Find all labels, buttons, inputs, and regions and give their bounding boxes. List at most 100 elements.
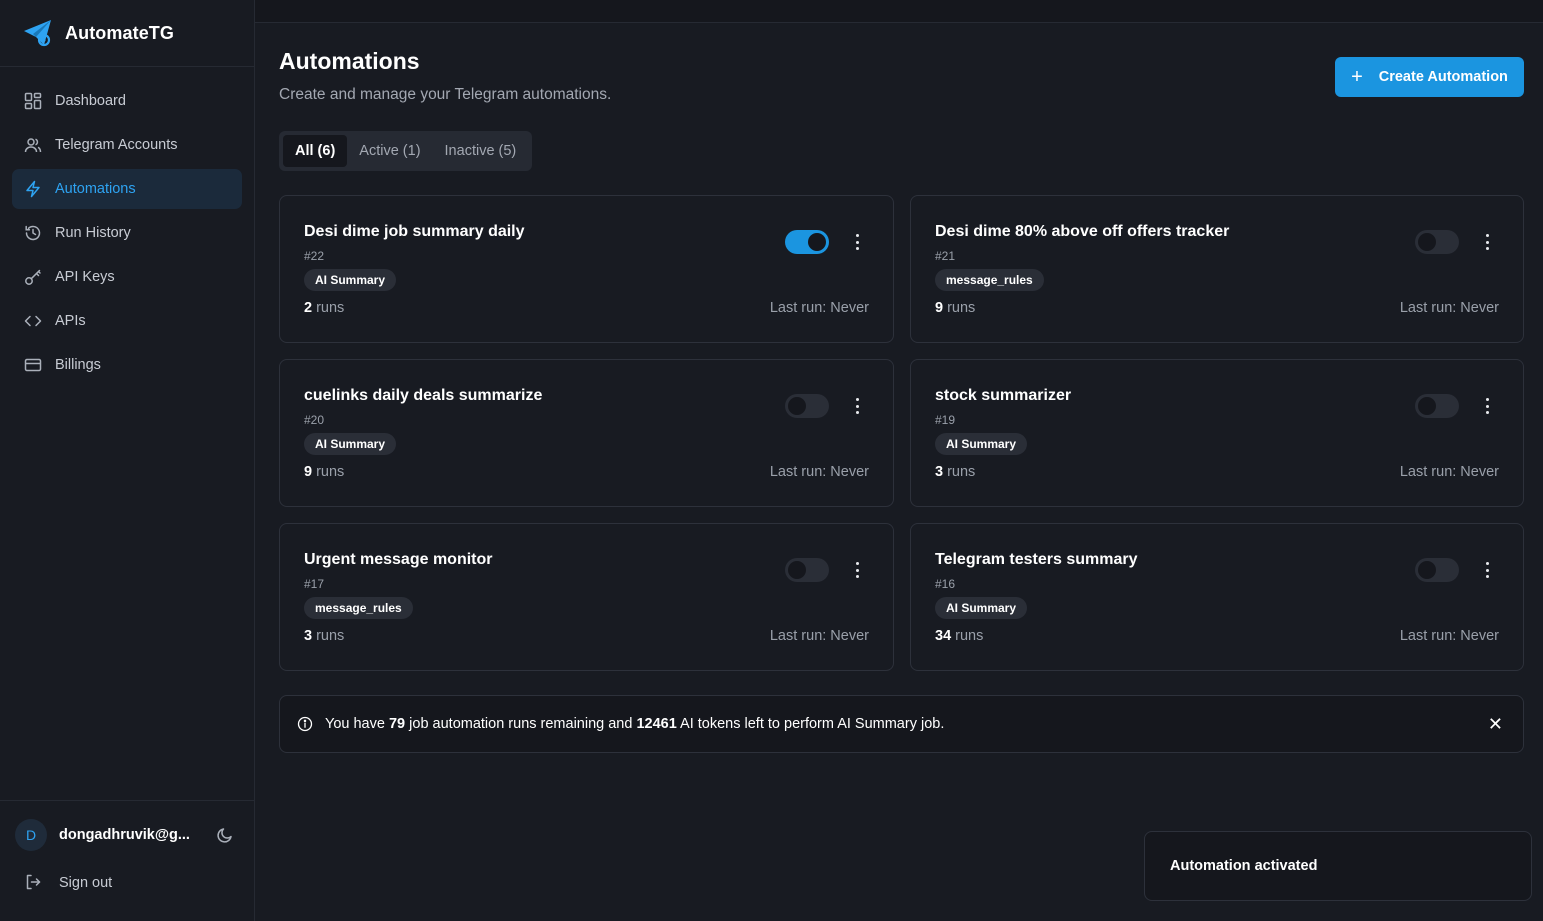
page-subtitle: Create and manage your Telegram automati… — [279, 86, 612, 103]
automation-runs: 34 runs — [935, 628, 983, 644]
automation-title: Urgent message monitor — [304, 551, 493, 568]
more-vertical-icon[interactable] — [855, 234, 859, 250]
create-automation-button[interactable]: + Create Automation — [1335, 57, 1524, 97]
automation-type-badge: AI Summary — [935, 597, 1028, 619]
automation-card[interactable]: Desi dime job summary daily #22 AI Summa… — [279, 195, 894, 343]
more-vertical-icon[interactable] — [855, 562, 859, 578]
sidebar-item-apis[interactable]: APIs — [12, 301, 242, 341]
tab-active[interactable]: Active (1) — [347, 135, 432, 167]
automation-card[interactable]: Telegram testers summary #16 AI Summary … — [910, 523, 1524, 671]
info-icon — [297, 716, 313, 732]
automation-toggle[interactable] — [1415, 394, 1459, 418]
runs-count: 9 — [304, 464, 313, 480]
automation-card[interactable]: Urgent message monitor #17 message_rules… — [279, 523, 894, 671]
automation-type-badge: message_rules — [304, 597, 413, 619]
automation-title: Desi dime 80% above off offers tracker — [935, 223, 1230, 240]
automation-type-badge: AI Summary — [304, 269, 397, 291]
tab-all[interactable]: All (6) — [283, 135, 348, 167]
automation-id: #22 — [304, 249, 325, 263]
brand[interactable]: AutomateTG — [0, 0, 254, 67]
lightning-icon — [23, 179, 43, 199]
automation-card[interactable]: stock summarizer #19 AI Summary 3 runs La… — [910, 359, 1524, 507]
more-vertical-icon[interactable] — [855, 398, 859, 414]
runs-label: runs — [316, 464, 345, 480]
sidebar-item-api-keys[interactable]: API Keys — [12, 257, 242, 297]
user-profile[interactable]: D dongadhruvik@g... — [15, 819, 234, 851]
sidebar: AutomateTG Dashboard Telegram Accounts A… — [0, 0, 255, 921]
tab-inactive[interactable]: Inactive (5) — [433, 135, 529, 167]
top-bar — [255, 0, 1543, 23]
runs-remaining: 79 — [388, 716, 406, 732]
sidebar-item-automations[interactable]: Automations — [12, 169, 242, 209]
automation-card[interactable]: cuelinks daily deals summarize #20 AI Su… — [279, 359, 894, 507]
tokens-left: 12461 — [636, 716, 677, 732]
automation-runs: 9 runs — [935, 300, 975, 316]
automation-toggle[interactable] — [785, 558, 829, 582]
sidebar-item-billings[interactable]: Billings — [12, 345, 242, 385]
user-email: dongadhruvik@g... — [59, 827, 190, 843]
alert-middle: job automation runs remaining and — [409, 716, 633, 732]
sidebar-item-run-history[interactable]: Run History — [12, 213, 242, 253]
runs-label: runs — [316, 300, 345, 316]
sidebar-item-dashboard[interactable]: Dashboard — [12, 81, 242, 121]
automation-grid: Desi dime job summary daily #22 AI Summa… — [279, 195, 1524, 671]
automation-id: #17 — [304, 577, 325, 591]
credit-card-icon — [23, 355, 43, 375]
toggle-knob — [1418, 397, 1436, 415]
usage-alert: You have 79 job automation runs remainin… — [279, 695, 1524, 753]
close-icon[interactable]: ✕ — [1488, 715, 1503, 733]
automation-title: Telegram testers summary — [935, 551, 1138, 568]
sidebar-item-telegram-accounts[interactable]: Telegram Accounts — [12, 125, 242, 165]
alert-suffix: AI tokens left to perform AI Summary job… — [680, 716, 945, 732]
code-icon — [23, 311, 43, 331]
automation-runs: 3 runs — [304, 628, 344, 644]
moon-icon[interactable] — [216, 826, 234, 844]
automation-type-badge: AI Summary — [304, 433, 397, 455]
sidebar-footer: D dongadhruvik@g... Sign out — [0, 800, 254, 921]
more-vertical-icon[interactable] — [1485, 562, 1489, 578]
automation-title: Desi dime job summary daily — [304, 223, 525, 240]
sidebar-item-label: Telegram Accounts — [55, 137, 178, 153]
automation-id: #16 — [935, 577, 956, 591]
brand-name: AutomateTG — [65, 22, 174, 43]
automation-toggle[interactable] — [785, 230, 829, 254]
automation-card[interactable]: Desi dime 80% above off offers tracker #… — [910, 195, 1524, 343]
users-icon — [23, 135, 43, 155]
toggle-knob — [788, 561, 806, 579]
filter-tabs: All (6) Active (1) Inactive (5) — [279, 131, 533, 171]
runs-count: 2 — [304, 300, 313, 316]
automation-last-run: Last run: Never — [1399, 300, 1499, 316]
runs-label: runs — [947, 464, 976, 480]
runs-count: 3 — [935, 464, 944, 480]
history-icon — [23, 223, 43, 243]
automation-toggle[interactable] — [785, 394, 829, 418]
runs-count: 9 — [935, 300, 944, 316]
plus-icon: + — [1351, 66, 1363, 88]
runs-label: runs — [947, 300, 976, 316]
sign-out-label: Sign out — [59, 875, 113, 891]
automation-toggle[interactable] — [1415, 558, 1459, 582]
paper-plane-gear-icon — [22, 18, 54, 48]
sidebar-item-label: Run History — [55, 225, 131, 241]
automation-last-run: Last run: Never — [1399, 464, 1499, 480]
more-vertical-icon[interactable] — [1485, 234, 1489, 250]
automation-id: #19 — [935, 413, 956, 427]
automation-last-run: Last run: Never — [769, 628, 869, 644]
runs-count: 3 — [304, 628, 313, 644]
sidebar-item-label: API Keys — [55, 269, 115, 285]
automation-runs: 9 runs — [304, 464, 344, 480]
usage-alert-message: You have 79 job automation runs remainin… — [325, 716, 944, 732]
sign-out-button[interactable]: Sign out — [24, 873, 112, 893]
more-vertical-icon[interactable] — [1485, 398, 1489, 414]
automation-toggle[interactable] — [1415, 230, 1459, 254]
sidebar-item-label: Dashboard — [55, 93, 126, 109]
automation-last-run: Last run: Never — [1399, 628, 1499, 644]
automation-last-run: Last run: Never — [769, 464, 869, 480]
runs-label: runs — [955, 628, 984, 644]
automation-title: cuelinks daily deals summarize — [304, 387, 543, 404]
toast-notification: Automation activated — [1144, 831, 1532, 901]
automation-type-badge: message_rules — [935, 269, 1044, 291]
runs-label: runs — [316, 628, 345, 644]
automation-id: #20 — [304, 413, 325, 427]
automation-runs: 3 runs — [935, 464, 975, 480]
